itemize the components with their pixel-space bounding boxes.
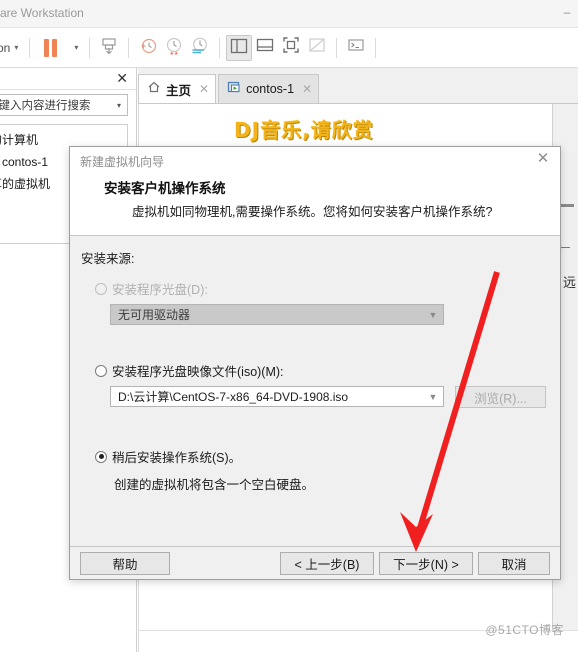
toolbar-separator — [29, 37, 31, 58]
dialog-body: 安装来源: 安装程序光盘(D): 无可用驱动器 ▼ 安装程序光盘映像文件(iso… — [70, 236, 560, 547]
radio-install-later-label: 稍后安装操作系统(S)。 — [112, 451, 242, 465]
close-icon[interactable]: ✕ — [116, 70, 128, 86]
search-input[interactable]: 处键入内容进行搜索 ▾ — [0, 94, 128, 116]
dj-banner-text: DJ音乐,请欣赏 — [234, 118, 374, 142]
cancel-button[interactable]: 取消 — [478, 552, 550, 575]
dialog-title: 新建虚拟机向导 — [80, 155, 165, 169]
chevron-down-icon: ▾ — [74, 43, 79, 52]
chevron-down-icon[interactable]: ▼ — [423, 392, 443, 402]
iso-path-value: D:\云计算\CentOS-7-x86_64-DVD-1908.iso — [118, 390, 349, 404]
library-header: ✕ — [0, 68, 136, 90]
radio-installer-disc-label: 安装程序光盘(D): — [112, 283, 208, 297]
search-placeholder: 处键入内容进行搜索 — [0, 100, 91, 112]
close-icon[interactable]: ✕ — [302, 82, 312, 96]
vmware-workstation-window: are Workstation – tion ▾ ▾ — [0, 0, 578, 652]
svg-text:★★: ★★ — [170, 51, 179, 57]
home-icon — [147, 80, 161, 99]
tab-home-label: 主页 — [166, 83, 192, 98]
help-button[interactable]: 帮助 — [80, 552, 170, 575]
dialog-header: 安装客户机操作系统 虚拟机如同物理机,需要操作系统。您将如何安装客户机操作系统? — [70, 173, 560, 236]
toolbar-separator-3 — [128, 37, 130, 58]
snapshot-clock-icon[interactable] — [135, 35, 161, 61]
tab-contos-1-label: contos-1 — [246, 82, 295, 96]
back-button[interactable]: < 上一步(B) — [280, 552, 374, 575]
tab-contos-1[interactable]: contos-1 ✕ — [218, 74, 320, 103]
radio-installer-iso[interactable]: 安装程序光盘映像文件(iso)(M): — [95, 361, 284, 380]
send-ctrl-alt-del-icon[interactable] — [96, 35, 122, 61]
iso-path-combo[interactable]: D:\云计算\CentOS-7-x86_64-DVD-1908.iso ▼ — [110, 386, 444, 407]
install-source-label: 安装来源: — [81, 252, 135, 266]
toolbar-menu-button[interactable]: tion ▾ — [0, 34, 21, 62]
radio-icon-install-later — [95, 450, 107, 463]
dialog-subheading: 虚拟机如同物理机,需要操作系统。您将如何安装客户机操作系统? — [132, 205, 493, 219]
close-icon[interactable]: ✕ — [534, 150, 552, 168]
pause-icon — [44, 38, 50, 57]
installer-disc-combo: 无可用驱动器 ▼ — [110, 304, 444, 325]
terminal-icon[interactable] — [343, 35, 369, 61]
dialog-heading: 安装客户机操作系统 — [104, 181, 226, 196]
radio-icon-installer-iso — [95, 364, 107, 377]
browse-button[interactable]: 浏览(R)... — [455, 386, 546, 408]
unity-mode-disabled-icon — [304, 35, 330, 61]
toolbar-separator-4 — [219, 37, 221, 58]
tab-home[interactable]: 主页 ✕ — [138, 74, 217, 103]
window-title: are Workstation — [0, 6, 84, 20]
pause-icon-bar2 — [52, 38, 58, 57]
watermark: @51CTO博客 — [485, 623, 564, 637]
toolbar-menu-label: tion — [0, 40, 11, 55]
next-button[interactable]: 下一步(N) > — [379, 552, 473, 575]
radio-installer-disc[interactable]: 安装程序光盘(D): — [95, 279, 208, 298]
close-icon[interactable]: ✕ — [199, 82, 209, 96]
remote-label: 远 — [562, 275, 576, 290]
install-later-hint: 创建的虚拟机将包含一个空白硬盘。 — [114, 478, 315, 492]
radio-icon-installer-disc — [95, 282, 107, 295]
dialog-titlebar: 新建虚拟机向导 ✕ — [70, 147, 560, 173]
radio-install-later[interactable]: 稍后安装操作系统(S)。 — [95, 447, 241, 466]
window-titlebar: are Workstation – — [0, 0, 578, 28]
radio-installer-iso-label: 安装程序光盘映像文件(iso)(M): — [112, 365, 284, 379]
chevron-down-icon[interactable]: ▾ — [111, 101, 127, 110]
pause-button[interactable] — [38, 34, 63, 62]
new-vm-wizard-dialog: 新建虚拟机向导 ✕ 安装客户机操作系统 虚拟机如同物理机,需要操作系统。您将如何… — [69, 146, 561, 580]
minimize-icon[interactable]: – — [560, 5, 574, 19]
chevron-down-icon: ▾ — [14, 43, 19, 52]
sidebar-layout-icon[interactable] — [226, 34, 253, 61]
pause-dropdown[interactable]: ▾ — [67, 34, 81, 62]
snapshot-revert-icon[interactable]: ★★ — [161, 35, 187, 61]
installer-disc-combo-value: 无可用驱动器 — [118, 308, 191, 322]
toolbar-separator-6 — [375, 37, 377, 58]
tab-strip: 主页 ✕ contos-1 ✕ — [138, 68, 578, 104]
bottom-panel-icon[interactable] — [252, 35, 278, 61]
snapshot-manager-icon[interactable] — [187, 35, 213, 61]
toolbar-separator-5 — [336, 37, 338, 58]
fullscreen-icon[interactable] — [278, 35, 304, 61]
vm-running-icon — [227, 80, 241, 99]
chevron-down-icon: ▼ — [428, 309, 438, 320]
toolbar-separator-2 — [89, 37, 91, 58]
dialog-footer: 帮助 < 上一步(B) 下一步(N) > 取消 — [70, 546, 560, 579]
main-toolbar: tion ▾ ▾ — [0, 28, 578, 68]
